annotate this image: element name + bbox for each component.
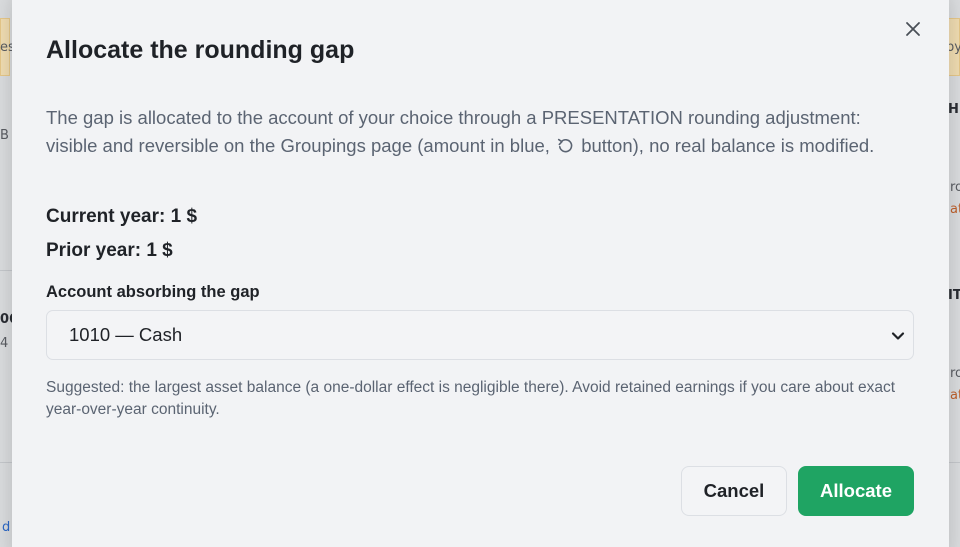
background-text: 4: [0, 336, 9, 351]
account-selected-value: 1010 — Cash: [69, 324, 183, 345]
allocate-rounding-dialog: Allocate the rounding gap The gap is all…: [12, 0, 949, 547]
allocate-button[interactable]: Allocate: [798, 466, 914, 516]
background-text: ro: [950, 180, 960, 195]
description-text: button), no real balance is modified.: [581, 135, 875, 156]
dialog-title: Allocate the rounding gap: [46, 36, 355, 64]
current-year-gap: Current year: 1 $: [46, 206, 198, 227]
prior-year-gap: Prior year: 1 $: [46, 240, 173, 261]
background-text: ati: [950, 388, 960, 403]
chevron-down-icon: [891, 332, 905, 340]
background-text: B: [0, 128, 9, 143]
account-field-label: Account absorbing the gap: [46, 283, 260, 301]
background-text: ro: [950, 366, 960, 381]
background-text: d: [2, 520, 11, 535]
undo-icon: [557, 134, 574, 162]
divider: [0, 270, 12, 271]
account-select[interactable]: 1010 — Cash: [46, 310, 914, 360]
divider: [0, 462, 12, 463]
dialog-description: The gap is allocated to the account of y…: [46, 104, 916, 162]
cancel-button[interactable]: Cancel: [681, 466, 787, 516]
background-text: IT: [948, 288, 960, 303]
account-hint: Suggested: the largest asset balance (a …: [46, 379, 896, 418]
close-icon: [906, 22, 920, 36]
background-text: HE: [948, 102, 960, 117]
close-button[interactable]: [902, 18, 924, 40]
divider: [948, 462, 960, 463]
background-text: ati: [950, 202, 960, 217]
